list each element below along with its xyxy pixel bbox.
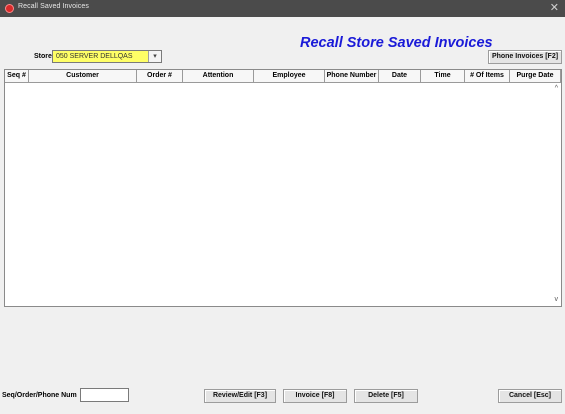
invoice-button[interactable]: Invoice [F8] xyxy=(283,389,347,403)
col-header-date[interactable]: Date xyxy=(379,70,421,83)
store-select-value: 050 SERVER DELLQAS xyxy=(56,53,133,60)
scroll-down-icon[interactable]: v xyxy=(555,296,559,303)
col-header-seq[interactable]: Seq # xyxy=(5,70,29,83)
col-header-phone[interactable]: Phone Number xyxy=(325,70,379,83)
col-header-items[interactable]: # Of Items xyxy=(465,70,510,83)
store-select[interactable]: 050 SERVER DELLQAS ▾ xyxy=(52,50,162,63)
search-label: Seq/Order/Phone Num xyxy=(2,392,77,399)
window-title: Recall Saved Invoices xyxy=(18,3,89,10)
col-header-attention[interactable]: Attention xyxy=(183,70,254,83)
delete-button[interactable]: Delete [F5] xyxy=(354,389,418,403)
title-bar: Recall Saved Invoices ✕ xyxy=(0,0,565,17)
col-header-employee[interactable]: Employee xyxy=(254,70,325,83)
page-heading: Recall Store Saved Invoices xyxy=(300,35,493,51)
app-icon xyxy=(5,4,14,13)
review-edit-button[interactable]: Review/Edit [F3] xyxy=(204,389,276,403)
col-header-purge[interactable]: Purge Date xyxy=(510,70,561,83)
invoices-table[interactable]: Seq # Customer Order # Attention Employe… xyxy=(4,69,562,307)
col-header-customer[interactable]: Customer xyxy=(29,70,137,83)
store-label: Store xyxy=(34,53,52,60)
table-header: Seq # Customer Order # Attention Employe… xyxy=(5,70,561,83)
phone-invoices-button[interactable]: Phone Invoices [F2] xyxy=(488,50,562,64)
scroll-up-icon[interactable]: ^ xyxy=(555,85,558,92)
col-header-order[interactable]: Order # xyxy=(137,70,183,83)
close-icon[interactable]: ✕ xyxy=(550,1,559,15)
search-input[interactable] xyxy=(80,388,129,402)
col-header-time[interactable]: Time xyxy=(421,70,465,83)
chevron-down-icon[interactable]: ▾ xyxy=(148,51,161,62)
cancel-button[interactable]: Cancel [Esc] xyxy=(498,389,562,403)
